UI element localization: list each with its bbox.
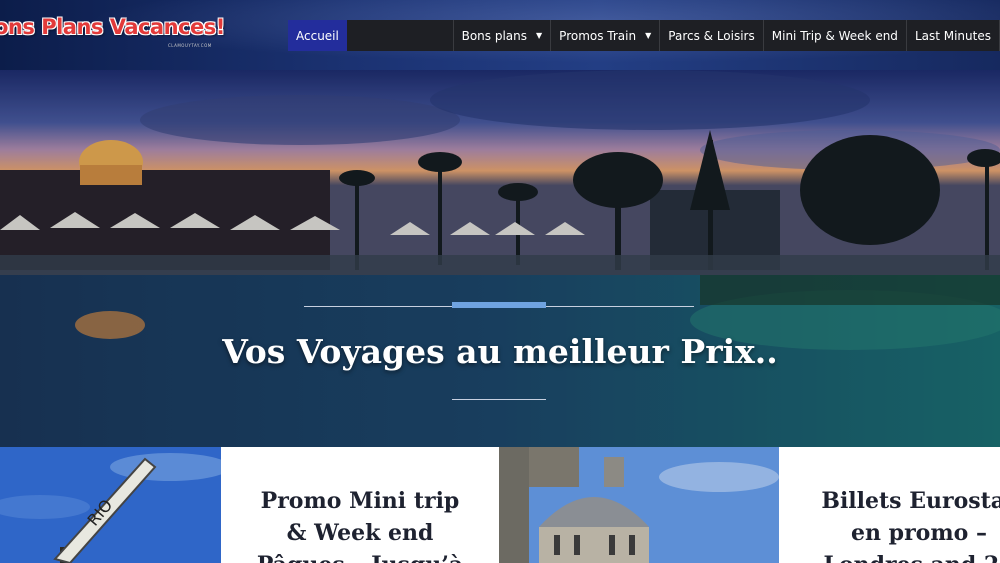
- card-title-line: & Week end: [286, 520, 434, 546]
- card-title-line: Billets Eurostar: [821, 488, 1000, 514]
- dome-building-image: [499, 447, 779, 563]
- card-image-london[interactable]: [499, 447, 779, 563]
- nav-label: Last Minutes: [914, 28, 991, 43]
- nav-label: Parcs & Loisirs: [668, 28, 755, 43]
- main-nav: Accueil Bons plans ▼ Promos Train ▼ Parc…: [288, 20, 1000, 51]
- nav-item-parcs-loisirs[interactable]: Parcs & Loisirs: [660, 20, 764, 51]
- card-title[interactable]: Promo Mini trip & Week end Pâques – Jusq…: [221, 447, 499, 563]
- hero-divider-accent: [452, 302, 546, 308]
- hero-title: Vos Voyages au meilleur Prix..: [222, 332, 778, 371]
- hero-overlay: [0, 70, 1000, 447]
- card-promo-mini-trip[interactable]: Promo Mini trip & Week end Pâques – Jusq…: [221, 447, 499, 563]
- site-header: ons Plans Vacances! CLAMOUYTAY.COM Accue…: [0, 0, 1000, 70]
- nav-label: Mini Trip & Week end: [771, 28, 898, 43]
- site-logo[interactable]: ons Plans Vacances!: [0, 15, 225, 39]
- card-title-line: Promo Mini trip: [260, 488, 460, 514]
- nav-item-last-minutes[interactable]: Last Minutes: [907, 20, 1000, 51]
- hero-banner: Vos Voyages au meilleur Prix..: [0, 70, 1000, 447]
- article-cards: RIO Promo Mini trip & Week end Pâques – …: [0, 447, 1000, 563]
- nav-label: Bons plans: [461, 28, 528, 43]
- nav-item-mini-trip[interactable]: Mini Trip & Week end: [764, 20, 907, 51]
- nav-label: Promos Train: [559, 28, 637, 43]
- card-eurostar[interactable]: Billets Eurostar en promo – Londres and …: [779, 447, 1000, 563]
- card-title-line: Londres and 29: [779, 549, 1000, 563]
- nav-spacer: [347, 20, 454, 51]
- card-title-line: en promo –: [851, 520, 987, 546]
- nav-item-bons-plans[interactable]: Bons plans ▼: [454, 20, 552, 51]
- card-image-rio[interactable]: RIO: [0, 447, 221, 563]
- rio-sign-image: RIO: [0, 447, 221, 563]
- card-title-line: Pâques – Jusqu’à: [221, 549, 499, 563]
- caret-down-icon: ▼: [536, 31, 543, 40]
- nav-label: Accueil: [296, 28, 339, 43]
- nav-item-promos-train[interactable]: Promos Train ▼: [551, 20, 661, 51]
- nav-item-accueil[interactable]: Accueil: [288, 20, 347, 51]
- logo-subtitle: CLAMOUYTAY.COM: [168, 43, 212, 48]
- caret-down-icon: ▼: [645, 31, 652, 40]
- card-title[interactable]: Billets Eurostar en promo – Londres and …: [779, 447, 1000, 563]
- hero-divider-bottom: [452, 399, 546, 400]
